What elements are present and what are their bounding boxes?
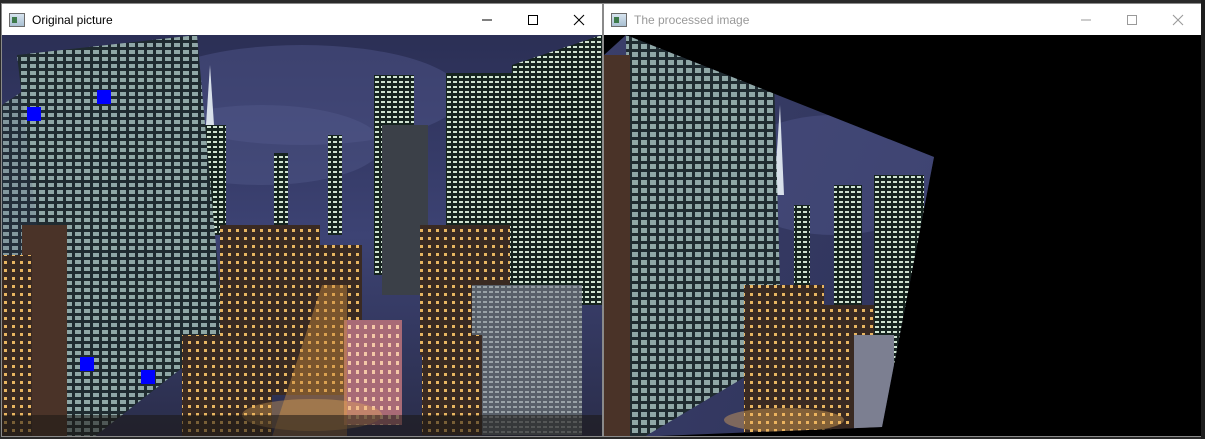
original-picture-window[interactable]: Original picture — [1, 3, 603, 437]
close-button[interactable] — [556, 4, 602, 35]
title-bar[interactable]: Original picture — [2, 4, 602, 36]
close-button[interactable] — [1155, 4, 1201, 35]
corner-marker-top-left — [27, 107, 41, 121]
app-icon — [9, 12, 25, 27]
maximize-button[interactable] — [510, 4, 556, 35]
close-icon — [573, 14, 585, 25]
desktop: Original picture The processed image — [0, 0, 1205, 439]
processed-image-canvas[interactable] — [604, 35, 1201, 436]
desktop-edge — [1201, 0, 1205, 439]
minimize-button[interactable] — [1063, 4, 1109, 35]
app-icon — [611, 12, 627, 27]
corner-marker-top-right — [97, 90, 111, 104]
maximize-icon — [1127, 14, 1137, 25]
window-title: The processed image — [634, 12, 750, 27]
minimize-button[interactable] — [464, 4, 510, 35]
maximize-button[interactable] — [1109, 4, 1155, 35]
window-title: Original picture — [32, 12, 113, 27]
processed-image-window[interactable]: The processed image — [603, 3, 1202, 437]
minimize-icon — [482, 19, 492, 20]
corner-marker-bottom-left — [80, 357, 94, 371]
original-city-image — [2, 35, 602, 436]
minimize-icon — [1081, 19, 1091, 20]
close-icon — [1172, 14, 1184, 25]
maximize-icon — [528, 14, 538, 25]
title-bar[interactable]: The processed image — [604, 4, 1201, 36]
processed-city-image — [604, 35, 1201, 436]
corner-marker-bottom-right — [141, 370, 155, 384]
original-image-canvas[interactable] — [2, 35, 602, 436]
